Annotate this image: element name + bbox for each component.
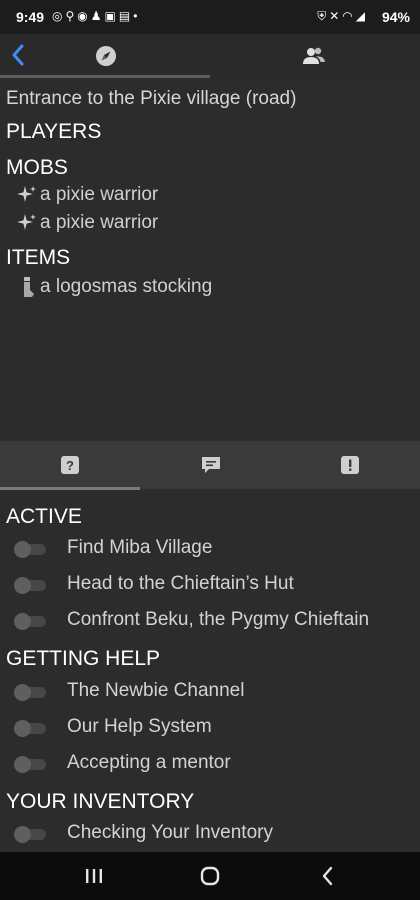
items-heading: ITEMS: [6, 246, 71, 269]
alert-icon: [341, 456, 359, 474]
sparkle-icon: [14, 212, 40, 234]
svg-text:?: ?: [66, 458, 74, 473]
quest-list: ACTIVE Find Miba Village Head to the Chi…: [0, 490, 420, 852]
section-heading-getting-help: GETTING HELP: [6, 647, 161, 670]
list-item-label: Head to the Chieftain’s Hut: [67, 573, 294, 594]
chevron-left-icon: [12, 44, 24, 66]
status-time: 9:49: [16, 9, 45, 25]
message-icon: [202, 457, 220, 473]
toggle-switch[interactable]: [14, 720, 46, 737]
compass-icon: [96, 46, 116, 66]
status-right-icons: ⛨✕◠◢: [317, 9, 368, 24]
home-icon: [200, 866, 220, 886]
sparkle-icon: [14, 184, 40, 206]
back-button[interactable]: [4, 38, 32, 72]
status-left-icons: ◎⚲◉♟▣▤•: [52, 9, 140, 23]
room-title: Entrance to the Pixie village (road): [6, 88, 297, 109]
item-name: a logosmas stocking: [40, 276, 213, 297]
mob-row[interactable]: a pixie warrior: [14, 212, 158, 234]
list-item-label: Checking Your Inventory: [67, 822, 273, 843]
room-panel: Entrance to the Pixie village (road) PLA…: [0, 80, 420, 440]
tab-indicator: [0, 75, 210, 78]
home-button[interactable]: [190, 862, 230, 890]
tab-help[interactable]: ?: [60, 455, 80, 475]
vpn-icon: ⛨: [317, 9, 330, 23]
notification-icon: ▤: [118, 9, 134, 23]
list-item-label: Confront Beku, the Pygmy Chieftain: [67, 609, 370, 630]
toggle-switch[interactable]: [14, 613, 46, 630]
toggle-switch[interactable]: [14, 541, 46, 558]
system-nav-bar: [0, 852, 420, 900]
question-icon: ?: [61, 456, 79, 474]
list-item[interactable]: Confront Beku, the Pygmy Chieftain: [0, 605, 420, 639]
recents-button[interactable]: [74, 862, 114, 890]
battery-level: 94%: [381, 9, 410, 25]
toggle-switch[interactable]: [14, 684, 46, 701]
toggle-switch[interactable]: [14, 577, 46, 594]
whatsapp-icon: ◎: [52, 9, 66, 23]
list-item[interactable]: Head to the Chieftain’s Hut: [0, 569, 420, 603]
list-item-label: Find Miba Village: [67, 537, 213, 558]
stocking-icon: [14, 275, 40, 299]
signal-icon: ◢: [355, 9, 368, 23]
back-icon: [322, 866, 333, 886]
list-item-label: The Newbie Channel: [67, 680, 245, 701]
top-bar: [0, 34, 420, 78]
mob-row[interactable]: a pixie warrior: [14, 184, 158, 206]
players-heading: PLAYERS: [6, 120, 102, 143]
list-item[interactable]: The Newbie Channel: [0, 676, 420, 710]
tab-room[interactable]: [88, 40, 124, 72]
tab-messages[interactable]: [200, 455, 220, 475]
tab-alerts[interactable]: [340, 455, 360, 475]
discord-icon: ◉: [77, 9, 91, 23]
more-dot: •: [133, 9, 141, 23]
mob-name: a pixie warrior: [40, 212, 159, 233]
wifi-icon: ◠: [342, 9, 356, 23]
tab-people[interactable]: [296, 40, 332, 72]
list-item-label: Our Help System: [67, 716, 212, 737]
mobs-heading: MOBS: [6, 156, 68, 179]
snapchat-icon: ♟: [90, 9, 105, 23]
item-row[interactable]: a logosmas stocking: [14, 275, 212, 299]
location-icon: ⚲: [65, 9, 78, 23]
list-item-label: Accepting a mentor: [67, 752, 231, 773]
mob-name: a pixie warrior: [40, 184, 159, 205]
system-back-button[interactable]: [308, 862, 348, 890]
list-item[interactable]: Our Help System: [0, 712, 420, 746]
quest-tab-bar: ?: [0, 441, 420, 489]
list-item[interactable]: Find Miba Village: [0, 533, 420, 567]
list-item[interactable]: Accepting a mentor: [0, 748, 420, 782]
chat-icon: ▣: [104, 9, 119, 23]
list-item[interactable]: Checking Your Inventory: [0, 818, 420, 852]
recents-icon: [86, 869, 102, 883]
status-bar: 9:49 ◎⚲◉♟▣▤• ⛨✕◠◢ 94%: [0, 0, 420, 34]
toggle-switch[interactable]: [14, 756, 46, 773]
mute-icon: ✕: [329, 9, 343, 23]
people-icon: [303, 47, 325, 64]
section-heading-your-inventory: YOUR INVENTORY: [6, 790, 195, 813]
toggle-switch[interactable]: [14, 826, 46, 843]
section-heading-active: ACTIVE: [6, 505, 82, 528]
